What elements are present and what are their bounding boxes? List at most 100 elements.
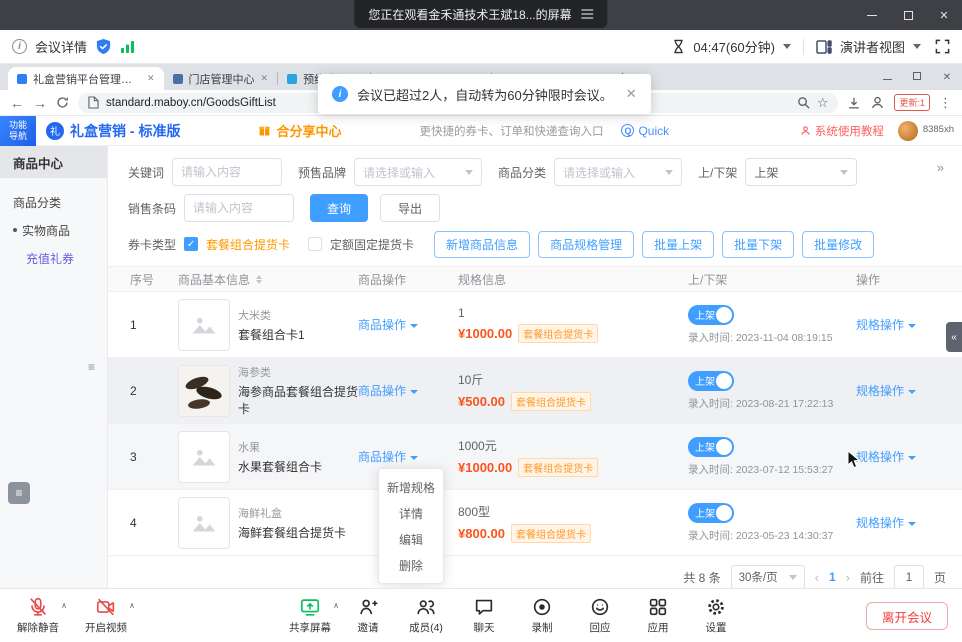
forward-icon[interactable]: → xyxy=(33,96,47,110)
members-button[interactable]: 成员(4) xyxy=(400,596,452,635)
zoom-icon[interactable] xyxy=(797,96,810,109)
sort-icon[interactable] xyxy=(256,275,262,284)
function-nav-button[interactable]: 功能 导航 xyxy=(0,116,36,146)
spec-manage-button[interactable]: 商品规格管理 xyxy=(538,231,634,258)
tab-close-icon[interactable]: ✕ xyxy=(261,73,269,84)
view-dropdown-icon[interactable] xyxy=(913,44,921,49)
toast-close-icon[interactable]: ✕ xyxy=(626,86,637,102)
product-category: 海鲜礼盒 xyxy=(238,505,346,521)
tab-close-icon[interactable]: ✕ xyxy=(147,73,155,84)
batch-on-shelf-button[interactable]: 批量上架 xyxy=(642,231,714,258)
keyword-input[interactable] xyxy=(172,158,282,186)
prev-page-icon[interactable]: ‹ xyxy=(815,570,819,585)
browser-update-badge[interactable]: 更新:1 xyxy=(894,94,930,111)
menu-item-add-spec[interactable]: 新增规格 xyxy=(379,474,443,500)
add-product-button[interactable]: 新增商品信息 xyxy=(434,231,530,258)
col-header-index: 序号 xyxy=(108,271,178,288)
shelf-toggle[interactable]: 上架 xyxy=(688,437,734,457)
menu-item-edit[interactable]: 编辑 xyxy=(379,526,443,552)
view-mode-button[interactable]: 演讲者视图 xyxy=(840,37,905,56)
batch-edit-button[interactable]: 批量修改 xyxy=(802,231,874,258)
menu-item-detail[interactable]: 详情 xyxy=(379,500,443,526)
unmute-button[interactable]: 解除静音 ∧ xyxy=(12,596,64,635)
share-screen-button[interactable]: 共享屏幕 ∧ xyxy=(284,596,336,635)
browser-minimize-button[interactable] xyxy=(872,72,902,83)
product-operation-link[interactable]: 商品操作 xyxy=(358,384,418,398)
meeting-details-button[interactable]: 会议详情 xyxy=(35,37,87,56)
reaction-button[interactable]: 回应 xyxy=(574,596,626,635)
browser-close-button[interactable]: ✕ xyxy=(932,72,962,83)
mic-options-icon[interactable]: ∧ xyxy=(61,601,67,610)
profile-icon[interactable] xyxy=(870,95,885,110)
tab-store[interactable]: 门店管理中心 ✕ xyxy=(164,67,278,90)
minimize-button[interactable] xyxy=(854,0,890,30)
bookmark-star-icon[interactable]: ☆ xyxy=(817,95,829,111)
fullscreen-icon[interactable] xyxy=(935,39,950,54)
sidebar-item-physical-goods[interactable]: 实物商品 xyxy=(0,216,107,244)
apps-button[interactable]: 应用 xyxy=(632,596,684,635)
watching-text: 您正在观看金禾通技术王斌18...的屏幕 xyxy=(368,6,571,23)
brand-select[interactable]: 请选择或输入 xyxy=(354,158,482,186)
shelf-toggle[interactable]: 上架 xyxy=(688,305,734,325)
close-button[interactable]: ✕ xyxy=(926,0,962,30)
camera-options-icon[interactable]: ∧ xyxy=(129,601,135,610)
sidebar-collapse-icon[interactable]: ≡ xyxy=(88,360,95,374)
signal-strength-icon xyxy=(120,40,136,54)
combo-card-checkbox[interactable]: ✓ xyxy=(184,237,198,251)
share-options-icon[interactable]: ∧ xyxy=(333,601,339,610)
spec-operation-label: 规格操作 xyxy=(856,450,904,464)
avatar[interactable] xyxy=(898,121,918,141)
leave-meeting-button[interactable]: 离开会议 xyxy=(866,602,948,630)
record-button[interactable]: 录制 xyxy=(516,596,568,635)
product-operation-link[interactable]: 商品操作 xyxy=(358,318,418,332)
shelf-select[interactable]: 上架 xyxy=(745,158,857,186)
entry-time: 录入时间: 2023-07-12 15:53:27 xyxy=(688,462,838,477)
timer-dropdown-icon[interactable] xyxy=(783,44,791,49)
export-button[interactable]: 导出 xyxy=(380,194,440,222)
screen-share-icon xyxy=(299,596,321,618)
page-info-icon[interactable] xyxy=(88,96,99,109)
download-icon[interactable] xyxy=(847,96,861,110)
category-select[interactable]: 请选择或输入 xyxy=(554,158,682,186)
meeting-timer[interactable]: 04:47(60分钟) xyxy=(693,37,775,56)
invite-button[interactable]: 邀请 xyxy=(342,596,394,635)
batch-off-shelf-button[interactable]: 批量下架 xyxy=(722,231,794,258)
chat-button[interactable]: 聊天 xyxy=(458,596,510,635)
tutorial-link[interactable]: 系统使用教程 xyxy=(800,123,884,139)
browser-maximize-button[interactable] xyxy=(902,72,932,83)
shelf-toggle[interactable]: 上架 xyxy=(688,503,734,523)
function-nav-line2: 导航 xyxy=(9,131,27,142)
sidebar-item-gift-voucher[interactable]: 充值礼券 xyxy=(0,244,107,272)
fixed-card-checkbox[interactable] xyxy=(308,237,322,251)
browser-menu-icon[interactable]: ⋮ xyxy=(939,95,952,111)
barcode-input[interactable] xyxy=(184,194,294,222)
spec-operation-link[interactable]: 规格操作 xyxy=(856,384,916,398)
product-operation-link-open[interactable]: 商品操作 xyxy=(358,450,418,464)
spec-operation-link[interactable]: 规格操作 xyxy=(856,516,916,530)
tab-active[interactable]: 礼盒营销平台管理中心… ✕ xyxy=(8,67,164,90)
hamburger-icon[interactable] xyxy=(582,9,594,19)
sidebar-item-category[interactable]: 商品分类 xyxy=(0,188,107,216)
shield-check-icon[interactable] xyxy=(95,38,112,55)
refresh-icon[interactable] xyxy=(56,96,69,109)
meeting-toolbar: i 会议详情 04:47(60分钟) 演讲者视图 xyxy=(0,30,962,64)
next-page-icon[interactable]: › xyxy=(846,570,850,585)
current-page[interactable]: 1 xyxy=(829,570,836,584)
back-icon[interactable]: ← xyxy=(10,96,24,110)
page-size-select[interactable]: 30条/页 xyxy=(731,565,805,588)
quick-link[interactable]: Q Quick xyxy=(621,124,669,138)
menu-item-delete[interactable]: 删除 xyxy=(379,552,443,578)
maximize-button[interactable] xyxy=(890,0,926,30)
spec-operation-link[interactable]: 规格操作 xyxy=(856,450,916,464)
spec-operation-link[interactable]: 规格操作 xyxy=(856,318,916,332)
shelf-toggle[interactable]: 上架 xyxy=(688,371,734,391)
start-video-button[interactable]: 开启视频 ∧ xyxy=(80,596,132,635)
filter-collapse-icon[interactable]: » xyxy=(937,160,944,175)
share-center-link[interactable]: 合分享中心 xyxy=(258,121,341,140)
right-edge-collapse-handle[interactable]: « xyxy=(946,322,962,352)
floating-list-button[interactable]: ≡ xyxy=(8,482,30,504)
search-button[interactable]: 查询 xyxy=(310,194,368,222)
settings-button[interactable]: 设置 xyxy=(690,596,742,635)
goto-page-input[interactable] xyxy=(894,565,924,588)
shelf-label: 上/下架 xyxy=(698,164,737,181)
